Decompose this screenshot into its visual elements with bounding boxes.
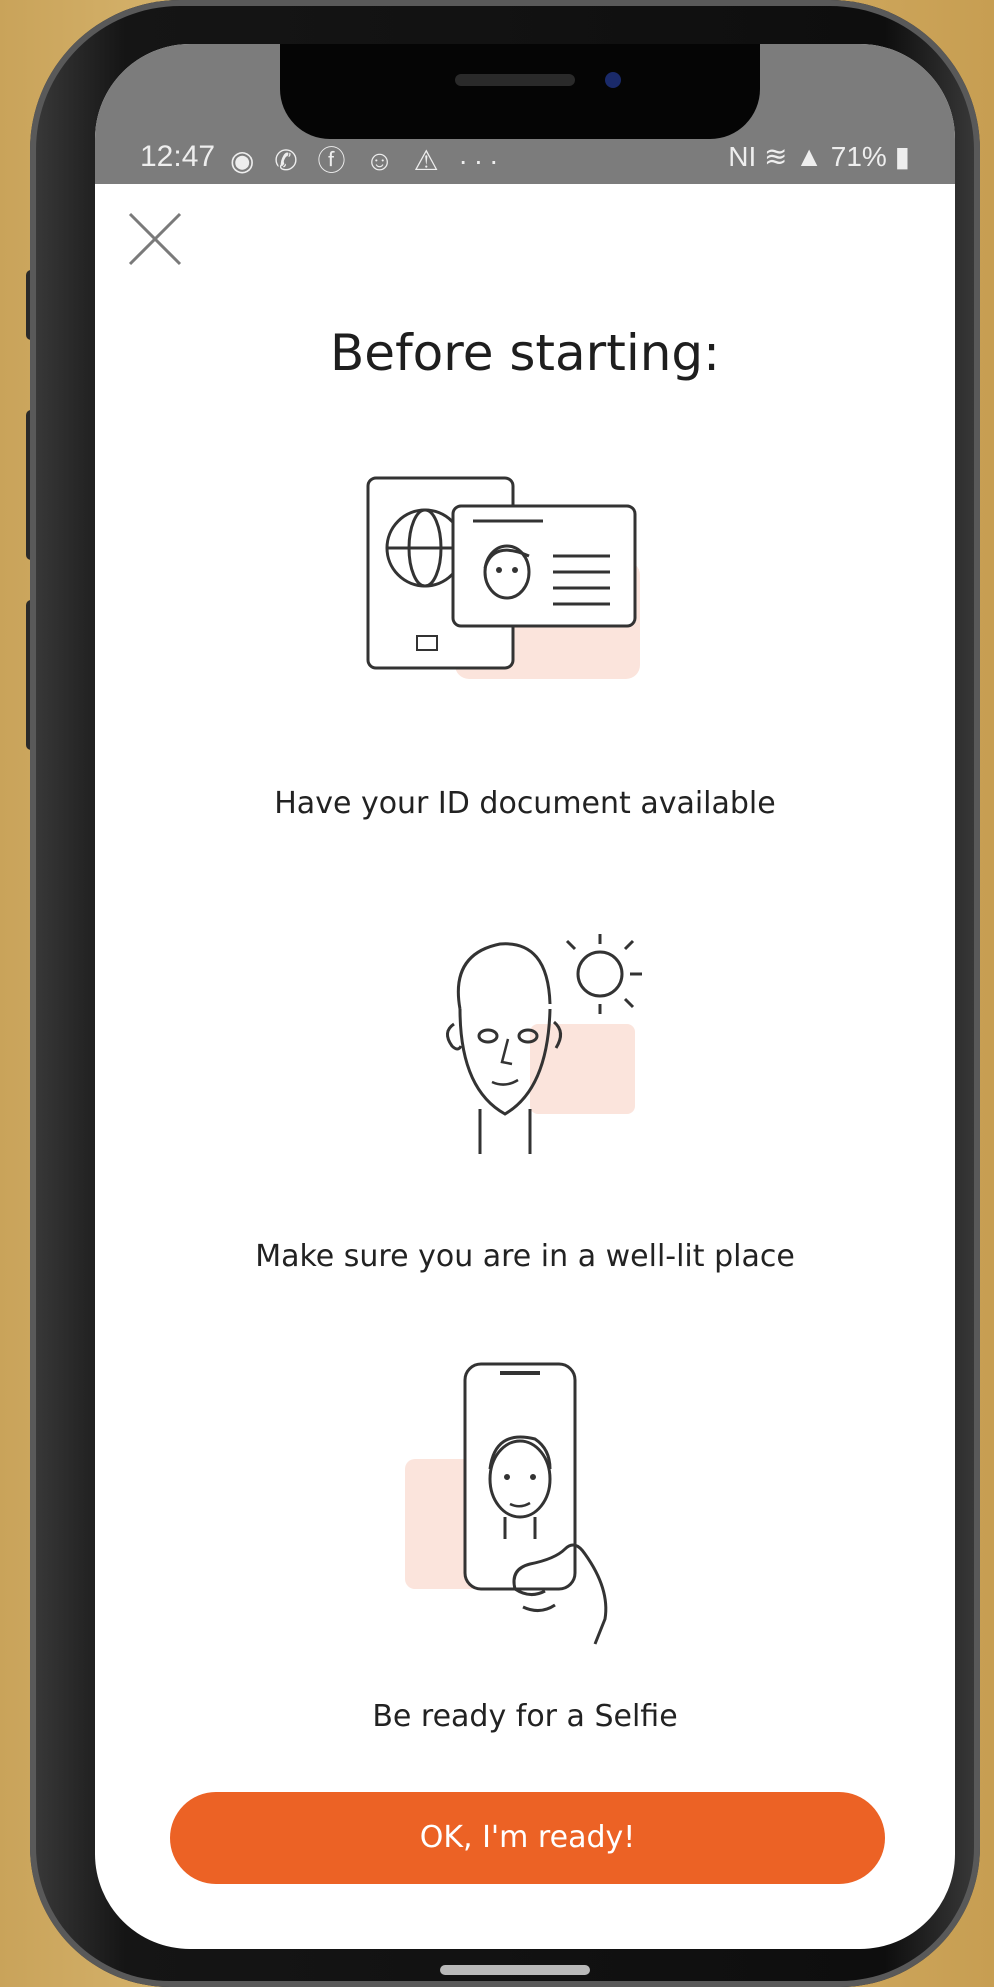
status-time: 12:47	[140, 140, 216, 173]
front-camera	[605, 72, 621, 88]
phone-screen: 12:47 ◉ ✆ ⓕ ☺ ⚠ ··· NI ≋ ▲ 71% ▮ Before …	[95, 44, 955, 1949]
close-icon	[128, 212, 182, 266]
step-caption-selfie: Be ready for a Selfie	[372, 1699, 678, 1734]
home-indicator	[440, 1965, 590, 1975]
id-document-icon	[365, 476, 685, 711]
speaker-grille	[455, 74, 575, 86]
close-button[interactable]	[125, 209, 185, 269]
notification-icons: ◉ ✆ ⓕ ☺ ⚠ ···	[230, 145, 505, 176]
step-caption-id-document: Have your ID document available	[274, 786, 776, 821]
ok-ready-button[interactable]: OK, I'm ready!	[170, 1792, 885, 1884]
step-caption-lighting: Make sure you are in a well-lit place	[255, 1239, 795, 1274]
system-indicators: NI ≋ ▲ 71% ▮	[728, 141, 910, 172]
face-light-icon	[430, 914, 650, 1184]
selfie-phone-icon	[395, 1359, 655, 1649]
page-title: Before starting:	[330, 324, 720, 382]
camera-notch	[280, 44, 760, 139]
